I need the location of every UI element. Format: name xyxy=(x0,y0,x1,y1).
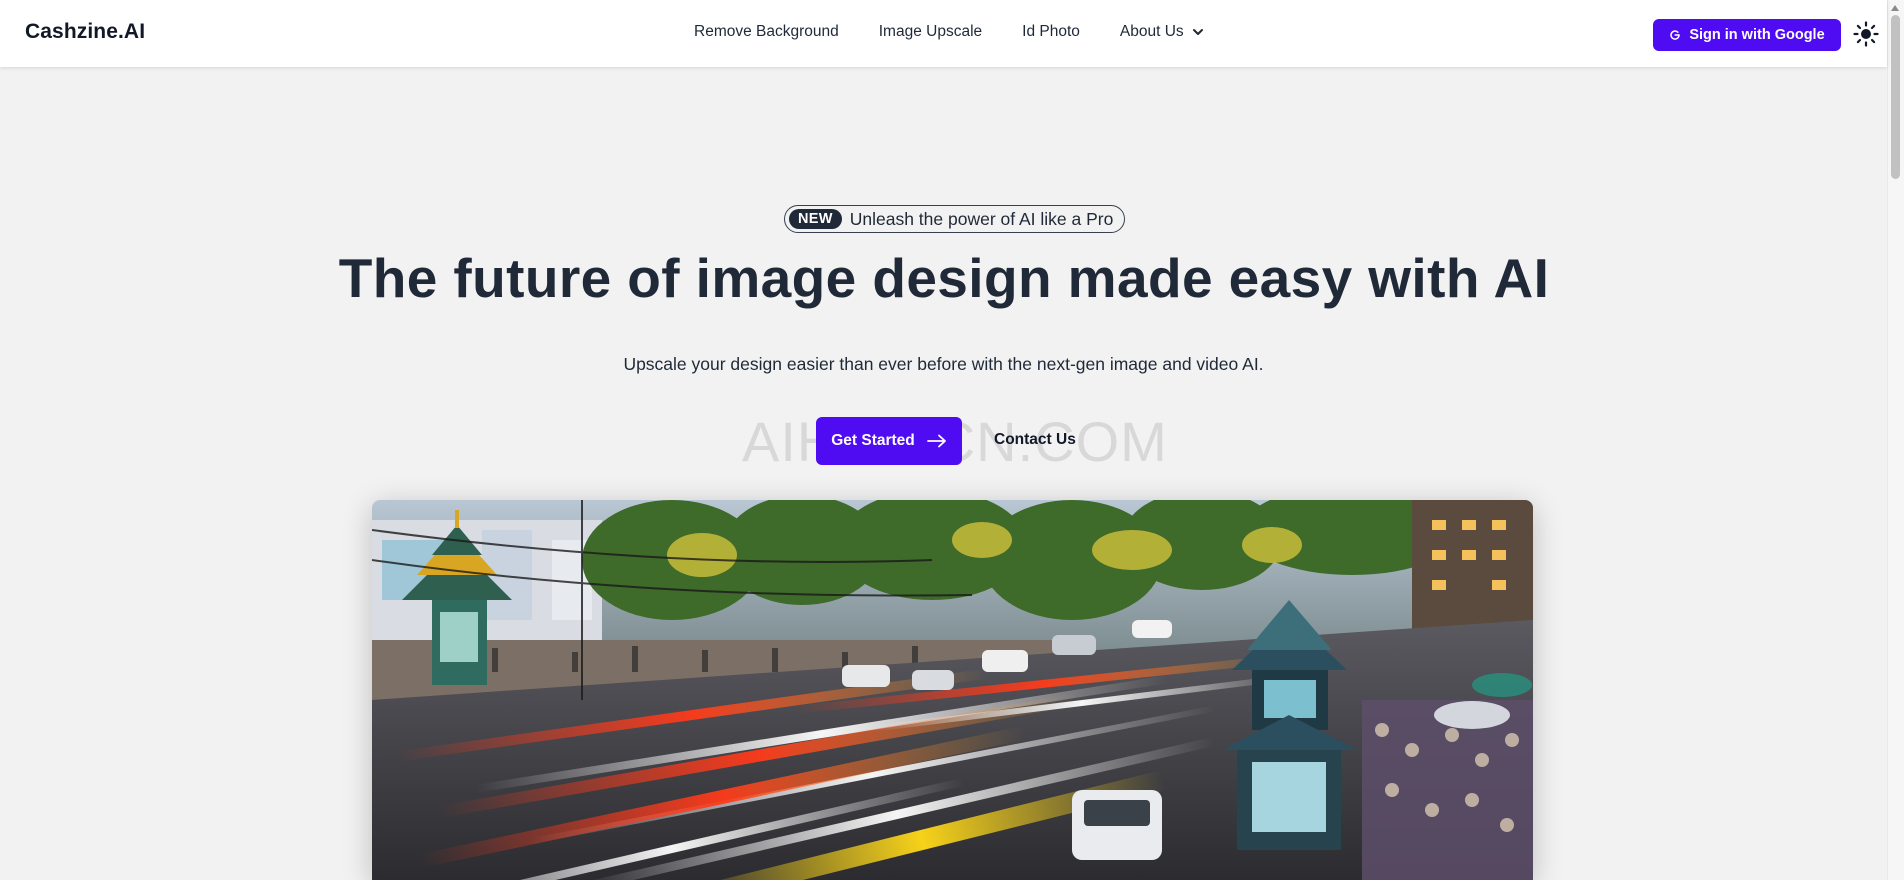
top-navbar: Cashzine.AI Remove Background Image Upsc… xyxy=(0,0,1887,67)
nav-remove-background[interactable]: Remove Background xyxy=(694,23,839,41)
sign-in-label: Sign in with Google xyxy=(1689,27,1825,43)
nav-image-upscale[interactable]: Image Upscale xyxy=(879,23,982,41)
hero-subheadline: Upscale your design easier than ever bef… xyxy=(623,354,1264,374)
nav-id-photo-label: Id Photo xyxy=(1022,23,1080,40)
chevron-down-icon xyxy=(1192,29,1203,35)
contact-us-link[interactable]: Contact Us xyxy=(994,431,1076,449)
nav-remove-background-label: Remove Background xyxy=(694,23,839,40)
google-icon xyxy=(1670,30,1681,40)
site-logo[interactable]: Cashzine.AI xyxy=(25,20,145,44)
hero-showcase-image xyxy=(372,500,1533,880)
nav-about-us-label: About Us xyxy=(1119,23,1184,40)
get-started-button[interactable]: Get Started xyxy=(816,417,962,465)
scrollbar-thumb[interactable] xyxy=(1891,15,1900,179)
nav-image-upscale-label: Image Upscale xyxy=(878,23,983,40)
announcement-badge: NEW Unleash the power of AI like a Pro xyxy=(784,205,1126,233)
nav-id-photo[interactable]: Id Photo xyxy=(1022,23,1080,41)
city-traffic-illustration xyxy=(372,500,1533,880)
scroll-up-arrow-icon[interactable] xyxy=(1891,5,1899,11)
get-started-label: Get Started xyxy=(831,432,915,449)
arrow-right-icon xyxy=(926,434,946,448)
new-tag: NEW xyxy=(789,209,842,229)
sun-icon[interactable] xyxy=(1853,21,1879,47)
nav-about-us-dropdown[interactable]: About Us xyxy=(1120,23,1204,41)
sign-in-with-google-button[interactable]: Sign in with Google xyxy=(1653,19,1841,51)
hero-headline-text: The future of image design made easy wit… xyxy=(338,247,1550,309)
badge-text: Unleash the power of AI like a Pro xyxy=(849,208,1114,229)
main-nav: Remove Background Image Upscale Id Photo… xyxy=(694,23,1204,41)
hero-headline: The future of image design made easy wit… xyxy=(0,246,1904,310)
